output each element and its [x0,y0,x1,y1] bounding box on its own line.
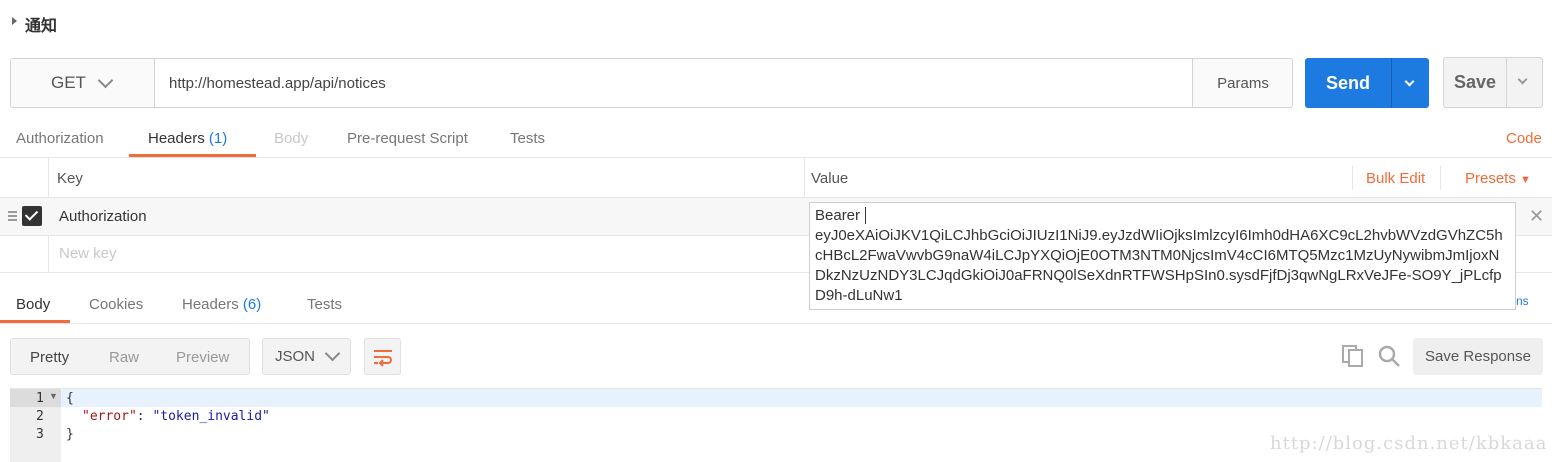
url-input[interactable]: http://homestead.app/api/notices [154,59,1193,107]
view-pretty[interactable]: Pretty [30,349,69,366]
new-key-input[interactable]: New key [59,245,117,262]
tab-headers-count: (1) [208,130,228,147]
value-token: eyJ0eXAiOiJKV1QiLCJhbGciOiJIUzI1NiJ9.eyJ… [815,227,1503,304]
divider [0,157,1552,158]
line-number: 1 [36,391,44,406]
code-line-2: "error": "token_invalid" [82,409,270,424]
params-button[interactable]: Params [1193,59,1293,107]
column-divider [804,158,805,198]
code-open-brace: { [66,391,74,406]
save-button[interactable]: Save [1444,58,1506,107]
caret-down-icon: ▼ [1520,174,1531,186]
close-icon[interactable]: ✕ [1529,206,1544,227]
watermark: http://blog.csdn.net/kbkaaa [1270,433,1548,454]
value-scheme: Bearer [815,207,861,224]
wrap-lines-button[interactable] [364,338,401,375]
code-link[interactable]: Code [1506,130,1542,147]
chevron-down-icon [1517,74,1528,85]
send-options-button[interactable] [1392,58,1429,108]
header-value-editor[interactable]: Bearer eyJ0eXAiOiJKV1QiLCJhbGciOiJIUzI1N… [809,202,1516,310]
save-options-button[interactable] [1507,58,1542,107]
line-number: 2 [36,409,44,424]
save-response-button[interactable]: Save Response [1413,338,1543,375]
tab-tests[interactable]: Tests [510,130,545,147]
response-tab-cookies[interactable]: Cookies [89,296,143,313]
response-tab-headers[interactable]: Headers (6) [182,296,261,313]
tab-headers-label: Headers [148,130,205,147]
view-preview[interactable]: Preview [176,349,229,366]
json-value: "token_invalid" [152,409,270,424]
response-tab-tests[interactable]: Tests [307,296,342,313]
divider [1440,166,1441,190]
response-tab-headers-label: Headers [182,296,239,313]
chevron-down-icon [1404,76,1415,87]
value-column-header: Value [811,170,849,187]
divider [0,323,1552,324]
response-tab-headers-count: (6) [242,296,262,313]
json-key: "error" [82,409,137,424]
view-mode-segmented: Pretty Raw Preview [10,338,250,375]
response-tab-body[interactable]: Body [16,296,50,313]
format-dropdown[interactable]: JSON [262,338,351,375]
method-dropdown[interactable]: GET [51,59,114,107]
collapse-caret-icon[interactable] [12,17,17,25]
code-close-brace: } [66,427,74,442]
text-cursor [865,207,871,224]
fold-caret-icon[interactable]: ▼ [49,391,58,401]
method-label: GET [51,73,86,92]
tab-headers[interactable]: Headers (1) [148,130,227,147]
bulk-edit-link[interactable]: Bulk Edit [1366,170,1425,187]
key-column-header: Key [57,170,83,187]
send-button[interactable]: Send [1305,58,1391,108]
send-button-group: Send [1305,58,1429,108]
tab-body[interactable]: Body [274,130,308,147]
view-raw[interactable]: Raw [109,349,139,366]
request-bar: GET http://homestead.app/api/notices Par… [10,58,1293,108]
chevron-down-icon [97,72,114,88]
save-button-group: Save [1443,57,1543,108]
chevron-down-icon [324,345,341,362]
copy-icon[interactable] [1341,344,1365,368]
header-key-input[interactable]: Authorization [59,208,147,225]
wrap-lines-icon [374,350,392,367]
search-icon[interactable] [1377,344,1401,368]
active-line-highlight [10,389,1542,407]
tab-authorization[interactable]: Authorization [16,130,104,147]
divider [1352,166,1353,190]
format-label: JSON [275,348,316,365]
json-colon: : [136,409,153,424]
line-number: 3 [36,427,44,442]
presets-dropdown[interactable]: Presets ▼ [1465,170,1531,187]
drag-handle-icon[interactable] [8,211,17,223]
value-text: Bearer [815,206,1510,226]
row-enabled-checkbox[interactable] [22,206,42,226]
presets-label: Presets [1465,170,1516,187]
collection-title: 通知 [25,18,58,35]
tab-pre-request-script[interactable]: Pre-request Script [347,130,468,147]
partial-link: ns [1516,294,1529,308]
